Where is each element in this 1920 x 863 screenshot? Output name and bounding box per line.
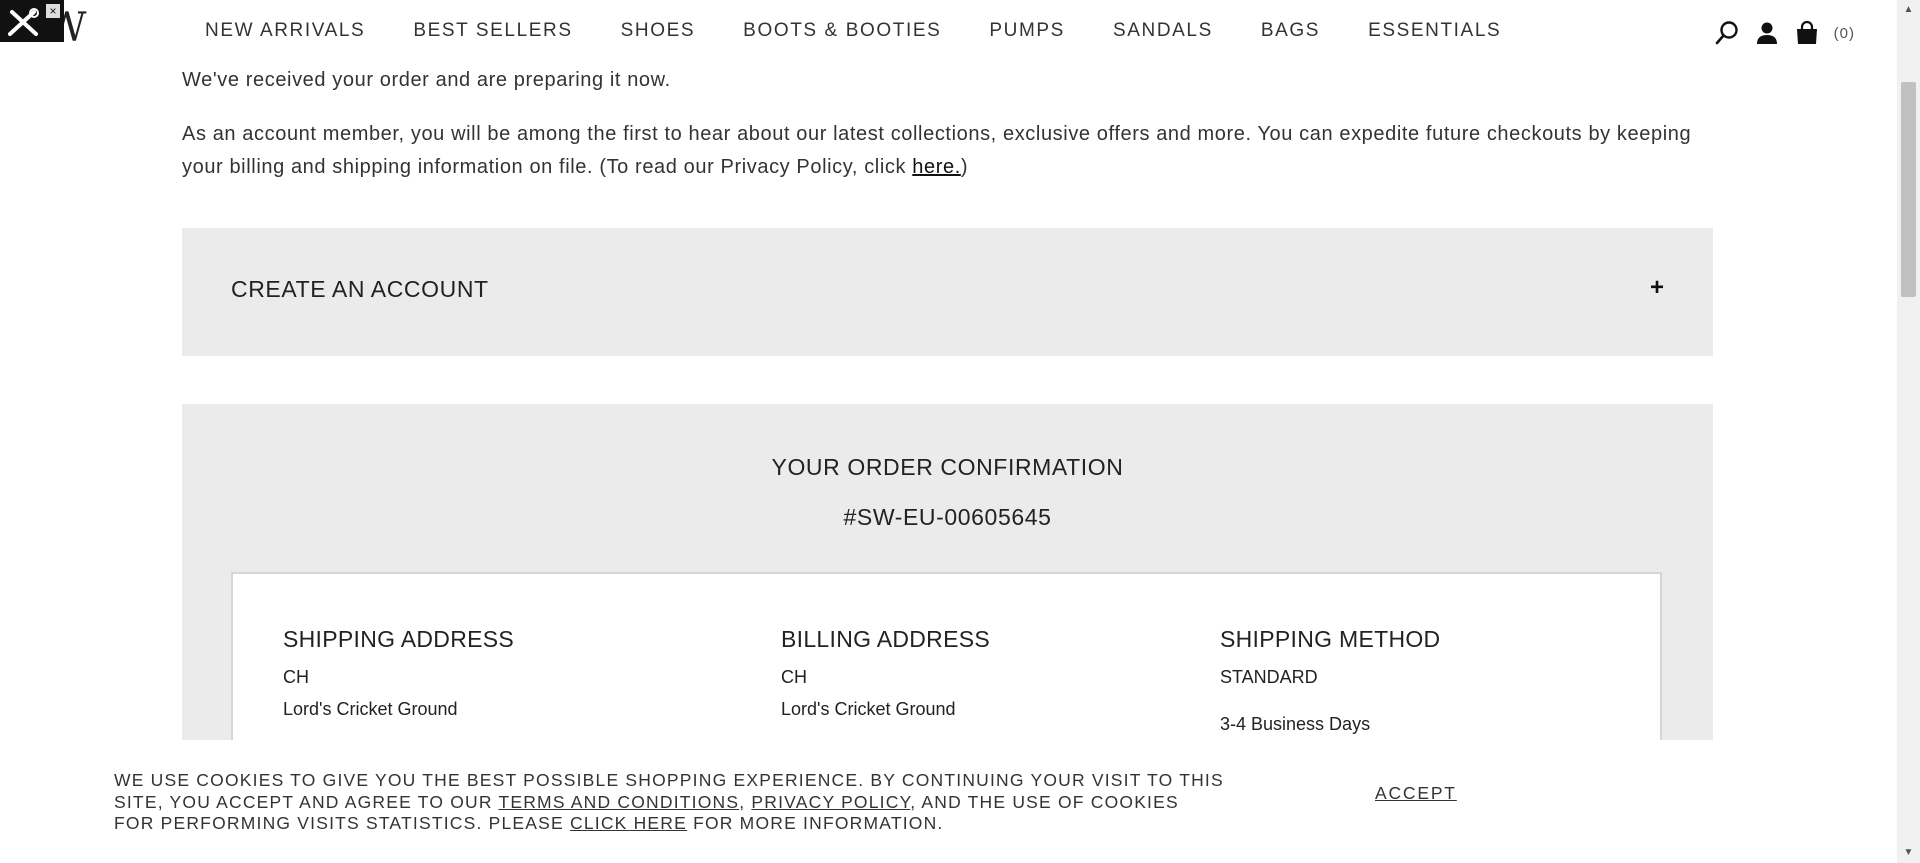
nav-pumps[interactable]: PUMPS <box>989 20 1065 42</box>
nav-bags[interactable]: BAGS <box>1261 20 1320 42</box>
billing-address-line-1: CH <box>781 667 807 687</box>
tools-icon[interactable] <box>6 8 42 38</box>
shipping-method-name: STANDARD <box>1220 667 1318 687</box>
scrollbar-thumb[interactable] <box>1901 82 1916 297</box>
nav-boots-booties[interactable]: BOOTS & BOOTIES <box>743 20 941 42</box>
bag-icon[interactable] <box>1794 20 1820 46</box>
billing-address: BILLING ADDRESS CH Lord's Cricket Ground <box>781 626 990 720</box>
click-here-link[interactable]: CLICK HERE <box>570 813 687 833</box>
create-account-title: CREATE AN ACCOUNT <box>231 276 489 302</box>
privacy-policy-link[interactable]: here. <box>912 156 961 178</box>
plus-icon[interactable]: + <box>1650 274 1664 302</box>
create-account-accordion[interactable]: CREATE AN ACCOUNT + <box>182 228 1713 356</box>
cart-count[interactable]: (0) <box>1834 25 1855 42</box>
nav-sandals[interactable]: SANDALS <box>1113 20 1213 42</box>
shipping-method-heading: SHIPPING METHOD <box>1220 626 1441 652</box>
shipping-address-heading: SHIPPING ADDRESS <box>283 626 515 652</box>
main-nav: NEW ARRIVALS BEST SELLERS SHOES BOOTS & … <box>205 20 1501 42</box>
close-icon[interactable]: × <box>46 4 60 18</box>
cookie-banner: WE USE COOKIES TO GIVE YOU THE BEST POSS… <box>0 740 1897 863</box>
site-header: SW NEW ARRIVALS BEST SELLERS SHOES BOOTS… <box>0 0 1897 62</box>
intro-line-1: We've received your order and are prepar… <box>182 69 671 91</box>
toolbox-overlay[interactable]: × <box>0 0 64 42</box>
search-icon[interactable] <box>1714 20 1740 46</box>
order-confirmation-title: YOUR ORDER CONFIRMATION <box>771 454 1124 480</box>
shipping-address-line-1: CH <box>283 667 309 687</box>
privacy-policy-cookie-link[interactable]: PRIVACY POLICY <box>751 792 910 812</box>
page-scrollbar[interactable]: ▲ ▼ <box>1897 0 1920 863</box>
page: SW NEW ARRIVALS BEST SELLERS SHOES BOOTS… <box>0 0 1897 863</box>
shipping-method-time: 3-4 Business Days <box>1220 714 1371 734</box>
account-icon[interactable] <box>1754 20 1780 46</box>
cookie-text-sep: , <box>739 791 752 812</box>
header-icons: (0) <box>1714 20 1855 46</box>
order-intro: We've received your order and are prepar… <box>182 64 1712 184</box>
scroll-down-icon[interactable]: ▼ <box>1897 843 1920 863</box>
intro-line-2: As an account member, you will be among … <box>182 118 1712 184</box>
cookie-text-part-3: FOR MORE INFORMATION. <box>687 813 944 833</box>
nav-best-sellers[interactable]: BEST SELLERS <box>413 20 572 42</box>
accept-cookies-button[interactable]: ACCEPT <box>1375 783 1457 804</box>
nav-essentials[interactable]: ESSENTIALS <box>1368 20 1501 42</box>
nav-new-arrivals[interactable]: NEW ARRIVALS <box>205 20 365 42</box>
scroll-up-icon[interactable]: ▲ <box>1897 0 1920 20</box>
intro-text-end: ) <box>960 156 969 178</box>
billing-address-line-2: Lord's Cricket Ground <box>781 699 956 719</box>
billing-address-heading: BILLING ADDRESS <box>781 626 991 652</box>
cookie-text: WE USE COOKIES TO GIVE YOU THE BEST POSS… <box>114 770 1224 835</box>
nav-shoes[interactable]: SHOES <box>621 20 696 42</box>
shipping-method: SHIPPING METHOD STANDARD 3-4 Business Da… <box>1220 626 1440 735</box>
shipping-address-line-2: Lord's Cricket Ground <box>283 699 458 719</box>
terms-and-conditions-link[interactable]: TERMS AND CONDITIONS <box>498 792 739 812</box>
order-number: #SW-EU-00605645 <box>843 504 1052 530</box>
shipping-address: SHIPPING ADDRESS CH Lord's Cricket Groun… <box>283 626 514 720</box>
